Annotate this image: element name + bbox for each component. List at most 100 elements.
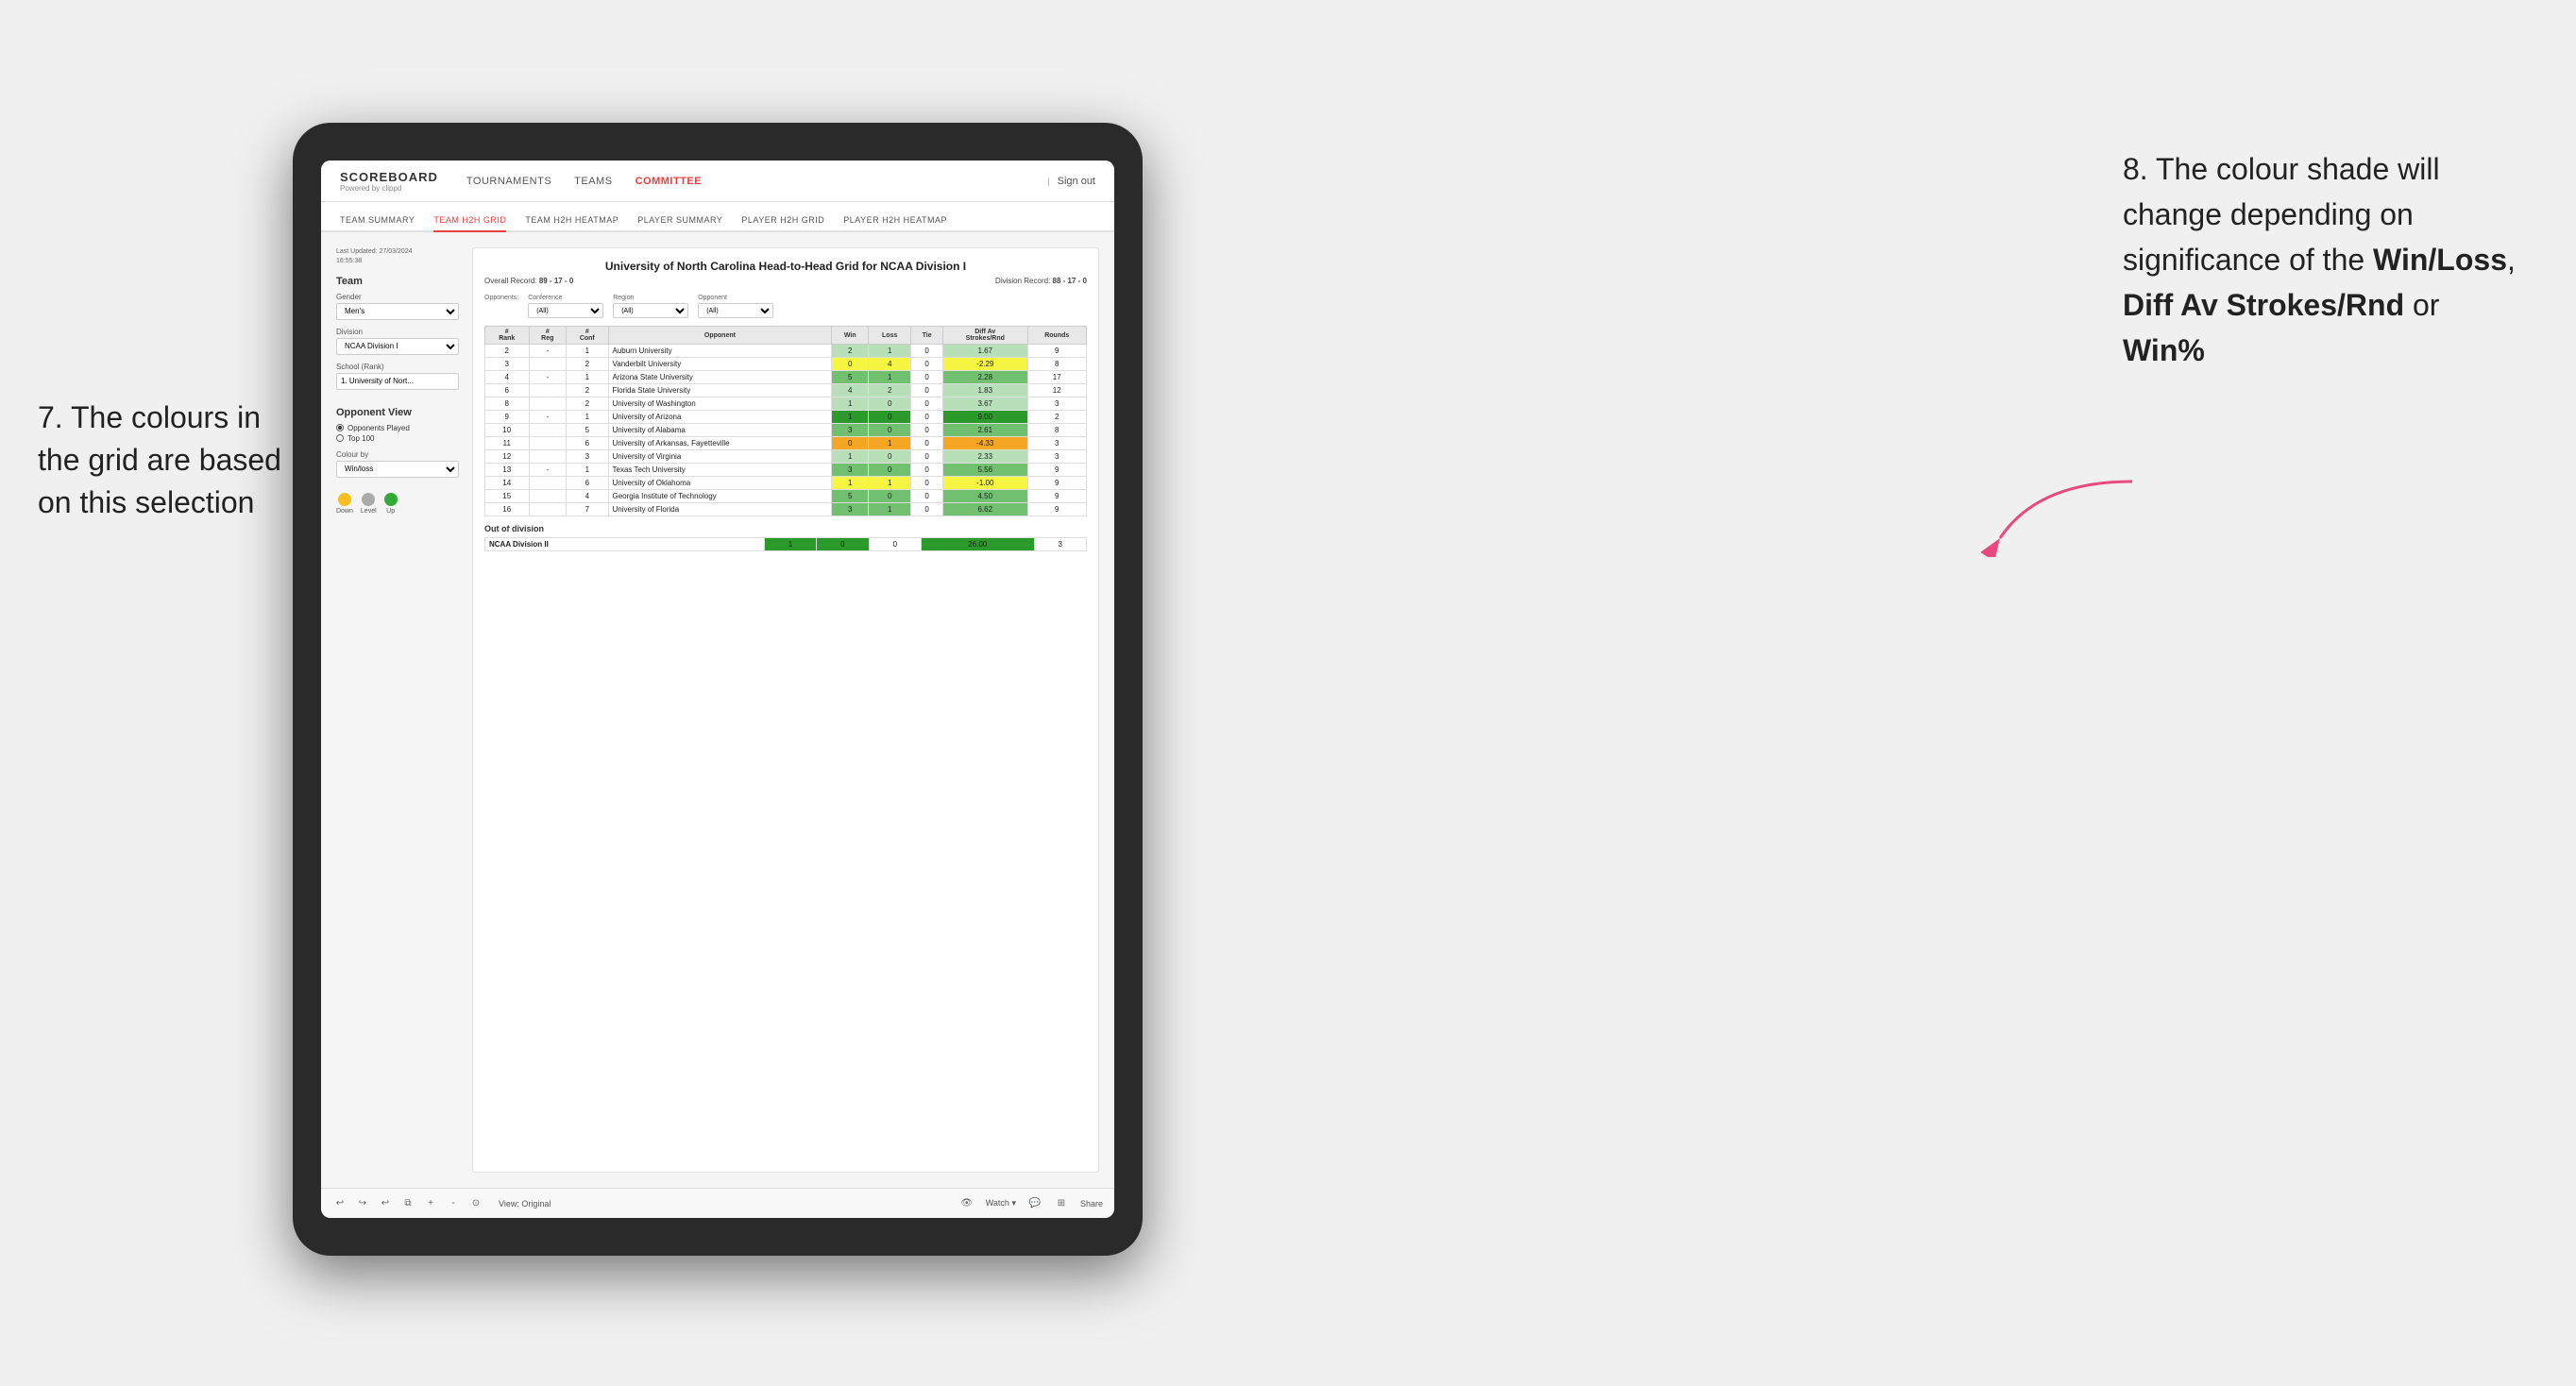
- subnav-player-h2h-heatmap[interactable]: PLAYER H2H HEATMAP: [843, 215, 947, 232]
- cell-tie: 0: [911, 411, 943, 424]
- nav-teams[interactable]: TEAMS: [574, 172, 612, 191]
- team-section-title: Team: [336, 276, 459, 287]
- toolbar-view[interactable]: View: Original: [499, 1199, 551, 1209]
- watch-label[interactable]: Watch ▾: [986, 1198, 1016, 1209]
- nav-tournaments[interactable]: TOURNAMENTS: [466, 172, 551, 191]
- undo-icon[interactable]: ↩: [332, 1196, 347, 1211]
- subnav-team-h2h-grid[interactable]: TEAM H2H GRID: [433, 215, 506, 232]
- subnav-player-h2h-grid[interactable]: PLAYER H2H GRID: [741, 215, 824, 232]
- add-icon[interactable]: +: [423, 1196, 438, 1211]
- clock-icon[interactable]: ⊙: [468, 1196, 483, 1211]
- cell-loss: 0: [869, 411, 911, 424]
- cell-win: 3: [832, 503, 869, 516]
- cell-loss: 0: [869, 464, 911, 477]
- cell-tie: 0: [911, 371, 943, 384]
- colour-by-select[interactable]: Win/loss: [336, 461, 459, 478]
- cell-tie: 0: [911, 345, 943, 358]
- comment-icon[interactable]: 💬: [1027, 1196, 1042, 1211]
- school-input[interactable]: [336, 373, 459, 390]
- radio-opponents-played[interactable]: Opponents Played: [336, 424, 459, 432]
- signin-link[interactable]: Sign out: [1058, 176, 1095, 187]
- radio-top100[interactable]: Top 100: [336, 434, 459, 443]
- cell-reg: [529, 397, 567, 411]
- h2h-table: #Rank #Reg #Conf Opponent Win Loss Tie D…: [484, 326, 1087, 516]
- cell-rank: 13: [485, 464, 530, 477]
- legend-up: Up: [384, 493, 398, 515]
- filter-opponent-select[interactable]: (All): [698, 303, 773, 318]
- minus-icon[interactable]: -: [446, 1196, 461, 1211]
- out-division-table: NCAA Division II 1 0 0 26.00 3: [484, 537, 1087, 551]
- grid-icon[interactable]: ⊞: [1054, 1196, 1069, 1211]
- legend-dot-level: [362, 493, 375, 506]
- grid-area: University of North Carolina Head-to-Hea…: [472, 247, 1099, 1173]
- cell-tie: 0: [911, 503, 943, 516]
- cell-tie: 0: [911, 384, 943, 397]
- cell-conf: 2: [567, 358, 608, 371]
- cell-rounds: 17: [1027, 371, 1087, 384]
- col-opponent: Opponent: [608, 327, 832, 345]
- subnav-player-summary[interactable]: PLAYER SUMMARY: [637, 215, 722, 232]
- cell-opponent: Florida State University: [608, 384, 832, 397]
- cell-diff: 6.62: [943, 503, 1027, 516]
- cell-reg: [529, 424, 567, 437]
- cell-diff: 2.28: [943, 371, 1027, 384]
- cell-opponent: Georgia Institute of Technology: [608, 490, 832, 503]
- share-label[interactable]: Share: [1080, 1199, 1103, 1209]
- cell-reg: [529, 358, 567, 371]
- radio-dot-top100: [336, 434, 344, 442]
- cell-rounds: 9: [1027, 477, 1087, 490]
- cell-diff: 5.56: [943, 464, 1027, 477]
- copy-icon[interactable]: ⧉: [400, 1196, 415, 1211]
- cell-rank: 12: [485, 450, 530, 464]
- nav-committee[interactable]: COMMITTEE: [636, 172, 703, 191]
- filter-conference-select[interactable]: (All): [528, 303, 603, 318]
- filter-opponents: Opponents:: [484, 295, 518, 318]
- cell-rank: 8: [485, 397, 530, 411]
- cell-conf: 5: [567, 424, 608, 437]
- col-diff: Diff AvStrokes/Rnd: [943, 327, 1027, 345]
- gender-select[interactable]: Men's: [336, 303, 459, 320]
- opponent-view-title: Opponent View: [336, 407, 459, 418]
- table-row: 12 3 University of Virginia 1 0 0 2.33 3: [485, 450, 1087, 464]
- od-diff: 26.00: [921, 538, 1034, 551]
- cell-win: 5: [832, 490, 869, 503]
- last-updated: Last Updated: 27/03/2024 16:55:38: [336, 247, 459, 266]
- cell-loss: 1: [869, 503, 911, 516]
- cell-conf: 1: [567, 411, 608, 424]
- filter-region-select[interactable]: (All): [613, 303, 688, 318]
- table-row: 14 6 University of Oklahoma 1 1 0 -1.00 …: [485, 477, 1087, 490]
- division-select[interactable]: NCAA Division I: [336, 338, 459, 355]
- subnav-team-summary[interactable]: TEAM SUMMARY: [340, 215, 415, 232]
- table-row: 8 2 University of Washington 1 0 0 3.67 …: [485, 397, 1087, 411]
- overall-record: Overall Record: 89 - 17 - 0: [484, 277, 573, 285]
- tablet-screen: SCOREBOARD Powered by clippd TOURNAMENTS…: [321, 161, 1114, 1218]
- annotation-bold-1: Win/Loss: [2373, 243, 2507, 277]
- cell-rank: 11: [485, 437, 530, 450]
- subnav-team-h2h-heatmap[interactable]: TEAM H2H HEATMAP: [525, 215, 619, 232]
- school-label: School (Rank): [336, 363, 459, 371]
- cell-diff: 2.33: [943, 450, 1027, 464]
- table-row: 13 - 1 Texas Tech University 3 0 0 5.56 …: [485, 464, 1087, 477]
- app-logo: SCOREBOARD Powered by clippd: [340, 170, 438, 193]
- cell-tie: 0: [911, 437, 943, 450]
- out-division-row: NCAA Division II 1 0 0 26.00 3: [485, 538, 1087, 551]
- od-division: NCAA Division II: [485, 538, 765, 551]
- cell-conf: 1: [567, 371, 608, 384]
- cell-rank: 14: [485, 477, 530, 490]
- redo-icon[interactable]: ↪: [355, 1196, 370, 1211]
- od-rounds: 3: [1034, 538, 1086, 551]
- cell-loss: 1: [869, 477, 911, 490]
- watch-icon[interactable]: 👁: [959, 1196, 974, 1211]
- table-row: 10 5 University of Alabama 3 0 0 2.61 8: [485, 424, 1087, 437]
- cell-rank: 16: [485, 503, 530, 516]
- cell-conf: 7: [567, 503, 608, 516]
- logo-subtitle: Powered by clippd: [340, 184, 438, 193]
- annotation-right-number: 8.: [2123, 152, 2156, 186]
- table-row: 9 - 1 University of Arizona 1 0 0 9.00 2: [485, 411, 1087, 424]
- cell-tie: 0: [911, 464, 943, 477]
- cell-win: 1: [832, 411, 869, 424]
- cell-rank: 15: [485, 490, 530, 503]
- redo2-icon[interactable]: ↩: [378, 1196, 393, 1211]
- cell-reg: [529, 437, 567, 450]
- cell-diff: 9.00: [943, 411, 1027, 424]
